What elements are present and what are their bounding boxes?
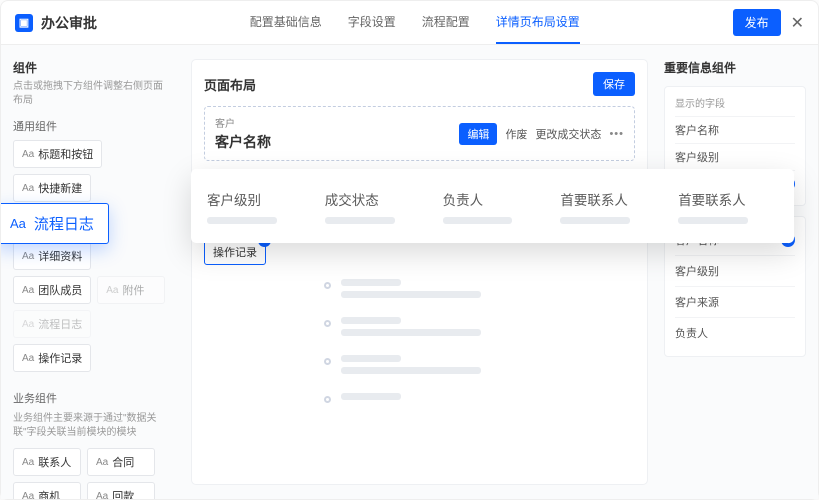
main-canvas: 页面布局 保存 客户 客户名称 编辑 作废 更改成交状态 ••• — [179, 45, 660, 499]
field-item2-customer-level[interactable]: 客户级别 — [675, 255, 795, 286]
edit-button[interactable]: 编辑 — [459, 123, 497, 145]
change-status-button[interactable]: 更改成交状态 — [535, 126, 601, 142]
chip-team-members[interactable]: Aa团队成员 — [13, 276, 91, 304]
float-field-deal-status: 成交状态 — [325, 189, 425, 224]
float-field-primary-contact-1: 首要联系人 — [560, 189, 660, 224]
chip-contracts[interactable]: Aa合同 — [87, 448, 155, 476]
timeline-dot-icon — [324, 282, 331, 289]
section-common-label: 通用组件 — [13, 118, 167, 134]
record-name: 客户名称 — [215, 132, 271, 152]
panel-title: 页面布局 — [204, 75, 256, 94]
field-item-customer-level[interactable]: 客户级别 — [675, 143, 795, 170]
chip-contacts[interactable]: Aa联系人 — [13, 448, 81, 476]
void-button[interactable]: 作废 — [505, 126, 527, 142]
tab-detail-layout[interactable]: 详情页布局设置 — [496, 1, 580, 44]
chip-payment[interactable]: Aa回款 — [87, 482, 155, 499]
save-button[interactable]: 保存 — [593, 72, 635, 96]
publish-button[interactable]: 发布 — [733, 9, 781, 36]
float-field-owner: 负责人 — [443, 189, 543, 224]
timeline-dot-icon — [324, 358, 331, 365]
sidebar-desc: 点击或拖拽下方组件调整右侧页面布局 — [13, 80, 167, 108]
component-sidebar: 组件 点击或拖拽下方组件调整右侧页面布局 通用组件 Aa标题和按钮 Aa快捷新建… — [1, 45, 179, 499]
chip-title-buttons[interactable]: Aa标题和按钮 — [13, 140, 102, 168]
chip-attachments[interactable]: Aa附件 — [97, 276, 165, 304]
timeline-dot-icon — [324, 320, 331, 327]
chip-detail-info[interactable]: Aa详细资料 — [13, 242, 91, 270]
more-icon[interactable]: ••• — [609, 128, 624, 140]
field-item-customer-name[interactable]: 客户名称 — [675, 116, 795, 143]
app-logo-icon: ▣ — [15, 14, 33, 32]
tab-basic-config[interactable]: 配置基础信息 — [250, 1, 322, 44]
header: ▣ 办公审批 配置基础信息 字段设置 流程配置 详情页布局设置 发布 ✕ — [1, 1, 818, 45]
chip-flow-log[interactable]: Aa流程日志 — [13, 310, 91, 338]
chip-operation-log[interactable]: Aa操作记录 — [13, 344, 91, 372]
close-icon[interactable]: ✕ — [791, 13, 804, 33]
tab-flow-config[interactable]: 流程配置 — [422, 1, 470, 44]
rightbar-title: 重要信息组件 — [664, 59, 806, 76]
float-field-primary-contact-2: 首要联系人 — [678, 189, 778, 224]
field-item2-customer-source[interactable]: 客户来源 — [675, 286, 795, 317]
app-title: 办公审批 — [41, 13, 97, 33]
timeline-dot-icon — [324, 396, 331, 403]
text-icon: Aa — [10, 216, 26, 231]
section-biz-desc: 业务组件主要来源于通过"数据关联"字段关联当前模块的模块 — [13, 412, 167, 440]
chip-dragging-flow-log[interactable]: Aa 流程日志 — [1, 203, 109, 244]
floating-fields-card[interactable]: 客户级别 成交状态 负责人 首要联系人 首要联系人 — [191, 169, 794, 243]
record-header-block[interactable]: 客户 客户名称 编辑 作废 更改成交状态 ••• — [204, 106, 635, 161]
field-item2-owner[interactable]: 负责人 — [675, 317, 795, 348]
float-field-level: 客户级别 — [207, 189, 307, 224]
rightbar: 重要信息组件 显示的字段 客户名称 客户级别 客户来源 客户名称 客户级别 客户… — [660, 45, 818, 499]
rightbar-section-label: 显示的字段 — [675, 95, 795, 110]
record-entity-label: 客户 — [215, 115, 271, 130]
chip-quick-create[interactable]: Aa快捷新建 — [13, 174, 91, 202]
header-tabs: 配置基础信息 字段设置 流程配置 详情页布局设置 — [250, 1, 580, 44]
chip-opportunity[interactable]: Aa商机 — [13, 482, 81, 499]
tab-field-settings[interactable]: 字段设置 — [348, 1, 396, 44]
timeline — [204, 279, 635, 405]
section-biz-label: 业务组件 — [13, 390, 167, 406]
sidebar-title: 组件 — [13, 59, 167, 76]
